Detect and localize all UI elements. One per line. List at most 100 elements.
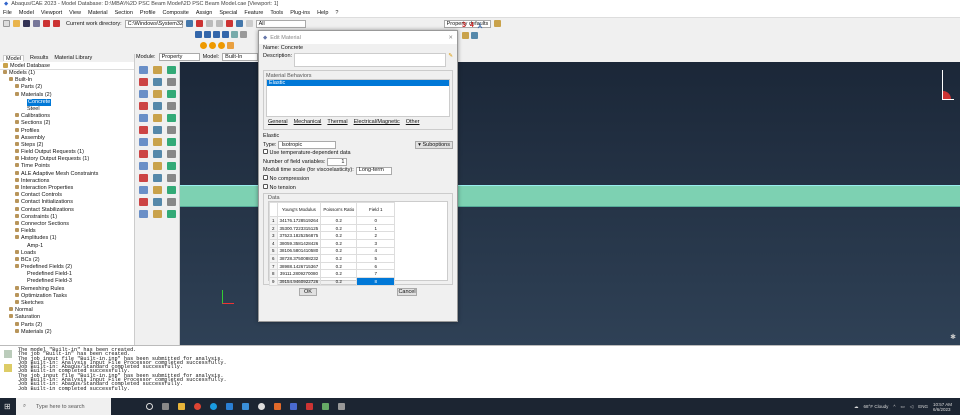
tool-icon[interactable] [167, 138, 176, 146]
tray-chevron-icon[interactable]: ^ [893, 404, 895, 409]
tool-icon[interactable] [139, 78, 148, 86]
volume-icon[interactable]: ◁ [910, 404, 913, 410]
widgets-icon[interactable] [162, 403, 169, 410]
tree-node[interactable]: Constraints (1) [3, 213, 134, 221]
tree-node[interactable]: Predefined Field-1 [3, 271, 134, 278]
tree-node[interactable]: Interaction Properties [3, 185, 134, 192]
tool-icon[interactable] [153, 210, 162, 218]
tool-icon[interactable] [153, 90, 162, 98]
tree-node[interactable]: Sections (2) [3, 120, 134, 127]
poissons-ratio-cell[interactable]: 0.2 [320, 246, 358, 256]
moduli-select[interactable]: Long-term [355, 166, 392, 175]
tree-node[interactable]: Materials (2) [3, 328, 134, 336]
tool-icon[interactable] [167, 114, 176, 122]
render-icon[interactable] [195, 30, 202, 38]
menu-item-view[interactable]: View [69, 10, 81, 16]
description-input[interactable] [294, 53, 447, 67]
no-compression-checkbox[interactable] [263, 174, 268, 180]
part-icon[interactable] [462, 32, 469, 39]
row-number[interactable]: 8 [269, 269, 278, 278]
tree-node[interactable]: Built-In [3, 77, 134, 84]
fit-icon[interactable] [225, 20, 233, 27]
menu-item-section[interactable]: Section [115, 10, 133, 16]
start-icon[interactable]: ⊞ [4, 402, 11, 411]
tree-node[interactable]: Amp-1 [3, 243, 134, 250]
field-cell[interactable]: 0 [356, 216, 396, 225]
tree-node[interactable]: Steel [3, 106, 134, 113]
tree-node[interactable]: Steps (2) [3, 141, 134, 149]
behavior-item-elastic[interactable]: Elastic [267, 80, 449, 86]
youngs-modulus-cell[interactable]: 34176.1728519264 [276, 216, 322, 225]
tree-node[interactable]: Predefined Fields (2) [3, 264, 134, 271]
tree-node[interactable]: Saturation [3, 314, 134, 321]
tree-node[interactable]: Amplitudes (1) [3, 235, 134, 242]
youngs-modulus-cell[interactable]: 38988.1426715367 [276, 261, 322, 271]
taskbar-search[interactable]: ⌕ Type here to search [16, 398, 111, 415]
tool-icon[interactable] [153, 150, 162, 158]
cancel-button[interactable]: Cancel [397, 288, 417, 297]
tool-icon[interactable] [153, 198, 162, 206]
app-icon[interactable] [322, 403, 329, 410]
youngs-modulus-cell[interactable]: 37523.1825256875 [276, 231, 322, 240]
tree-node[interactable]: History Output Requests (1) [3, 156, 134, 163]
tool-icon[interactable] [139, 138, 148, 146]
new-icon[interactable] [3, 20, 10, 27]
views-icon[interactable] [235, 20, 243, 27]
menu-electrical-magnetic[interactable]: Electrical/Magnetic [354, 119, 400, 125]
tool-icon[interactable] [139, 90, 148, 98]
file-explorer-icon[interactable] [178, 403, 185, 410]
tool-icon[interactable] [167, 102, 176, 110]
eye-icon[interactable] [231, 30, 238, 38]
menu-item-help[interactable]: Help [317, 10, 328, 16]
view-cube-icon[interactable] [942, 70, 954, 100]
menu-item-[interactable]: ? [335, 10, 338, 16]
tree-node[interactable]: Parts (2) [3, 84, 134, 91]
field-cell[interactable]: 6 [356, 261, 396, 271]
app-icon[interactable] [338, 403, 345, 410]
image-icon[interactable] [43, 20, 50, 27]
rotate-icon[interactable] [195, 20, 203, 27]
poissons-ratio-cell[interactable]: 0.2 [320, 276, 358, 286]
field-cell[interactable]: 7 [356, 269, 396, 278]
pick-icon[interactable] [227, 41, 234, 49]
select-icon[interactable] [245, 20, 253, 27]
menu-item-assign[interactable]: Assign [196, 10, 213, 16]
network-icon[interactable]: ▭ [900, 404, 904, 410]
tree-node[interactable]: Models (1) [3, 70, 134, 77]
tool-icon[interactable] [167, 90, 176, 98]
triad-3-icon[interactable]: 3 [462, 22, 466, 30]
youngs-modulus-cell[interactable]: 35300.7223315125 [276, 223, 322, 233]
row-number[interactable]: 2 [269, 223, 278, 233]
color-code-icon[interactable] [494, 20, 502, 27]
tool-icon[interactable] [139, 186, 148, 194]
workdir-field[interactable]: C:\Windows\System32 [124, 19, 183, 28]
row-number[interactable]: 4 [269, 238, 278, 248]
tree-node[interactable]: ALE Adaptive Mesh Constraints [3, 170, 134, 178]
clock[interactable]: 10:57 AM 6/6/2023 [933, 402, 952, 412]
tool-icon[interactable] [153, 126, 162, 134]
weather-icon[interactable]: ☁ [854, 404, 859, 410]
print-icon[interactable] [33, 20, 40, 27]
menu-item-viewport[interactable]: Viewport [41, 10, 62, 16]
edit-description-icon[interactable]: ✎ [448, 53, 453, 67]
suboptions-button[interactable]: ▾ Suboptions [415, 140, 453, 149]
tab-results[interactable]: Results [30, 55, 48, 61]
open-icon[interactable] [13, 20, 20, 27]
field-cell[interactable]: 1 [356, 223, 396, 233]
field-cell[interactable]: 2 [356, 231, 396, 240]
tool-icon[interactable] [167, 126, 176, 134]
render-icon[interactable] [204, 30, 211, 38]
tool-icon[interactable] [167, 198, 176, 206]
app-icon[interactable] [242, 403, 249, 410]
tree-node[interactable]: BCs (2) [3, 256, 134, 264]
field-cell[interactable]: 3 [356, 238, 396, 248]
tool-icon[interactable] [153, 174, 162, 182]
row-number[interactable]: 6 [269, 254, 278, 263]
tree-node[interactable]: Contact Stabilizations [3, 206, 134, 214]
menu-other[interactable]: Other [406, 119, 420, 125]
row-number[interactable]: 1 [269, 216, 278, 225]
tool-icon[interactable] [139, 198, 148, 206]
poissons-ratio-cell[interactable]: 0.2 [320, 269, 358, 278]
tree-node[interactable]: Connector Sections [3, 220, 134, 228]
menu-thermal[interactable]: Thermal [327, 119, 347, 125]
